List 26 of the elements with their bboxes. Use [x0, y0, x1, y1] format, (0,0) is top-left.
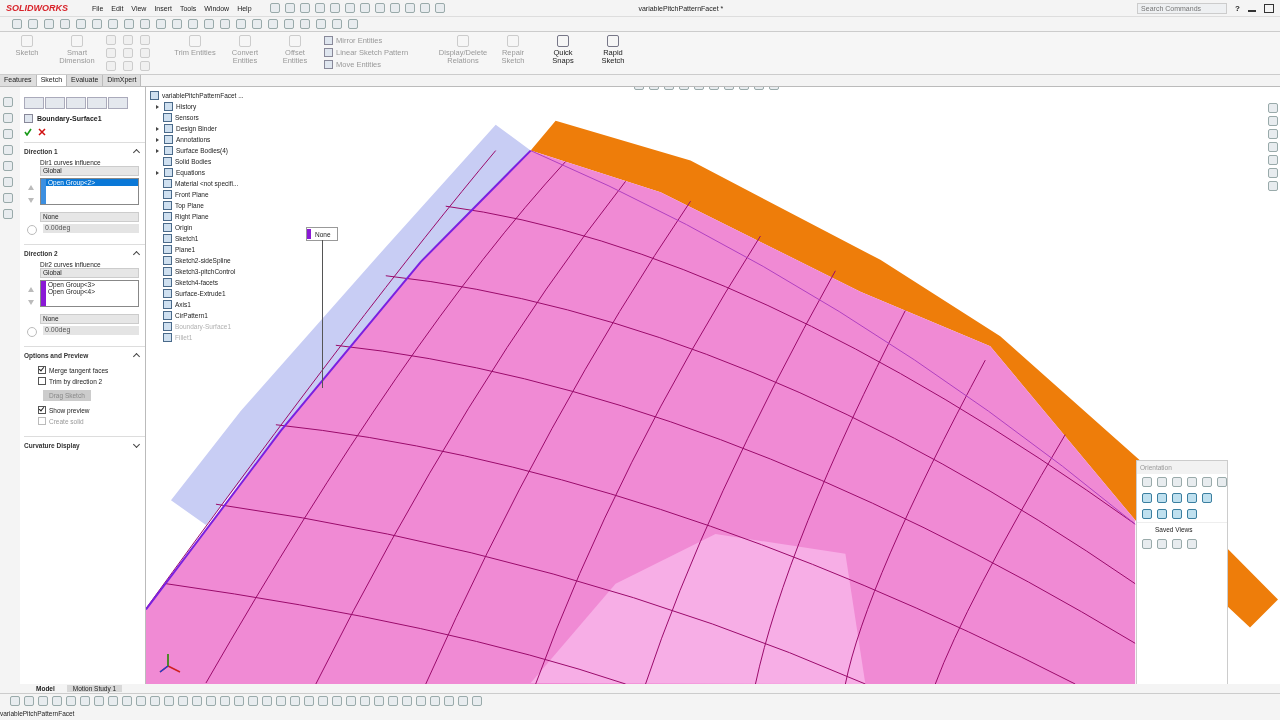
panel-tab-icon[interactable]	[87, 97, 107, 109]
tool-icon[interactable]	[434, 3, 445, 13]
tool-icon[interactable]	[419, 3, 430, 13]
tool-icon[interactable]	[269, 3, 280, 13]
minimize-icon[interactable]	[1248, 9, 1256, 12]
panel-tab-icon[interactable]	[108, 97, 128, 109]
tool-icon[interactable]	[284, 3, 295, 13]
panel-tab-icon[interactable]	[24, 97, 44, 109]
tool-icon[interactable]	[329, 3, 340, 13]
axis-triad-icon	[158, 652, 182, 676]
tool-icon[interactable]	[299, 3, 310, 13]
ok-icon[interactable]	[24, 128, 32, 136]
tool-icon[interactable]	[344, 3, 355, 13]
tool-icon[interactable]	[314, 3, 325, 13]
tool-icon[interactable]	[404, 3, 415, 13]
tool-icon[interactable]	[359, 3, 370, 13]
tool-icon[interactable]	[374, 3, 385, 13]
logo: SOLIDWORKS	[6, 3, 69, 13]
panel-tab-icon[interactable]	[66, 97, 86, 109]
help-button[interactable]: ?	[1235, 3, 1240, 13]
tool-icon[interactable]	[389, 3, 400, 13]
panel-tab-icon[interactable]	[45, 97, 65, 109]
restore-icon[interactable]	[1264, 3, 1274, 13]
cancel-icon[interactable]	[38, 128, 46, 136]
part-icon	[150, 91, 159, 100]
surface-icon	[24, 114, 33, 123]
